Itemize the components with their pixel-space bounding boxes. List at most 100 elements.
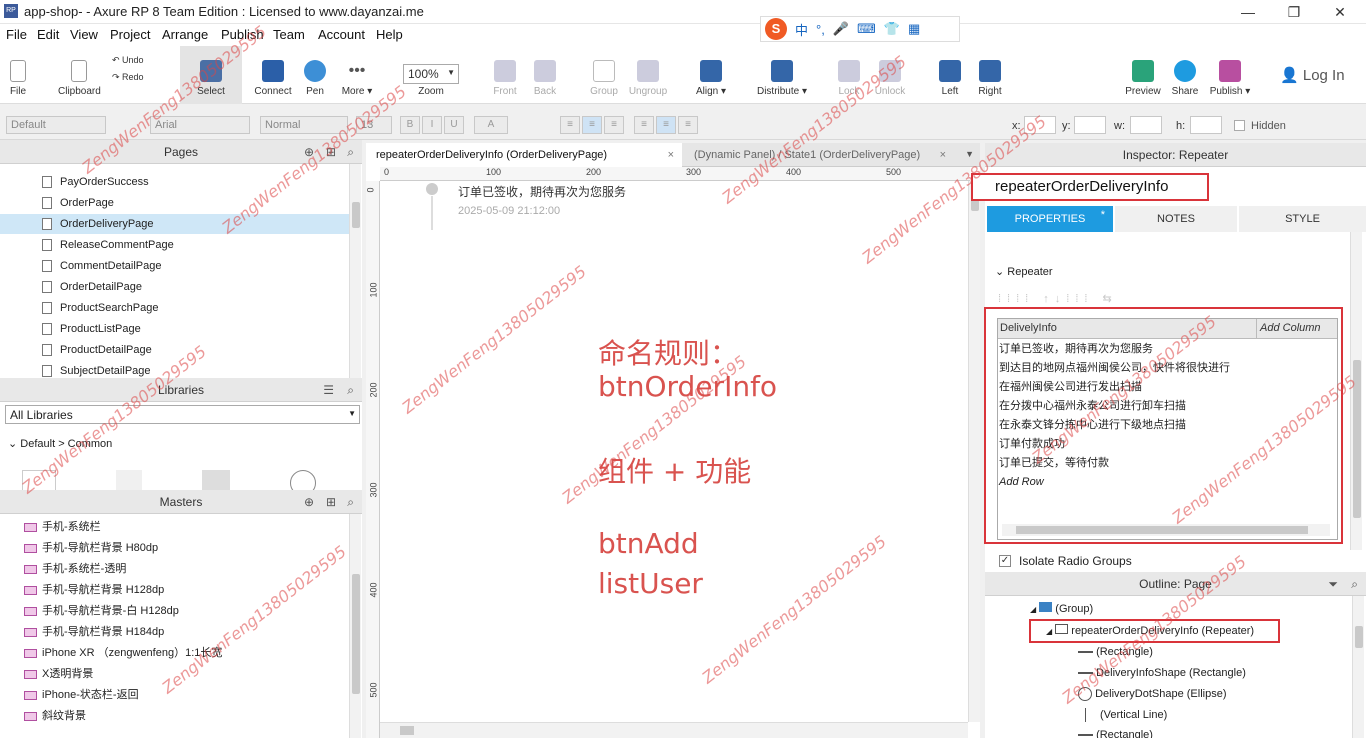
back-button[interactable]: Back bbox=[530, 46, 560, 104]
menu-icon[interactable]: ☰ bbox=[323, 378, 334, 402]
tab-dynamic-panel[interactable]: (Dynamic Panel) / State1 (OrderDeliveryP… bbox=[684, 143, 954, 167]
align-left-icon[interactable]: ≡ bbox=[560, 116, 580, 134]
widget-placeholder[interactable] bbox=[116, 470, 142, 490]
page-item-selected[interactable]: OrderDeliveryPage bbox=[0, 214, 350, 234]
align-right-icon[interactable]: ≡ bbox=[604, 116, 624, 134]
search-icon[interactable]: ⌕ bbox=[347, 140, 354, 164]
login-button[interactable]: 👤 Log In bbox=[1280, 66, 1345, 84]
unlock-button[interactable]: Unlock bbox=[872, 46, 908, 104]
repeater-section[interactable]: ⌄ Repeater bbox=[995, 265, 1053, 278]
undo-button[interactable]: ↶ Undo bbox=[112, 55, 144, 66]
master-item[interactable]: X透明背景 bbox=[22, 664, 93, 684]
align-button[interactable]: Align ▾ bbox=[694, 46, 728, 104]
y-input[interactable] bbox=[1074, 116, 1106, 134]
menu-help[interactable]: Help bbox=[376, 27, 403, 42]
minimize-button[interactable]: — bbox=[1228, 2, 1268, 22]
delivery-time-text[interactable]: 2025-05-09 21:12:00 bbox=[458, 205, 560, 217]
master-item[interactable]: iPhone XR （zengwenfeng）1:1长宽 bbox=[22, 643, 222, 663]
menu-view[interactable]: View bbox=[70, 27, 98, 42]
front-button[interactable]: Front bbox=[490, 46, 520, 104]
distribute-button[interactable]: Distribute ▾ bbox=[756, 46, 808, 104]
add-folder-icon[interactable]: ⊞ bbox=[326, 140, 336, 164]
outline-item[interactable]: DeliveryDotShape (Ellipse) bbox=[1078, 684, 1227, 705]
select-button[interactable]: Select bbox=[180, 46, 242, 104]
ime-punct[interactable]: °, bbox=[816, 22, 825, 37]
lock-button[interactable]: Lock bbox=[834, 46, 864, 104]
connect-button[interactable]: Connect bbox=[254, 46, 292, 104]
library-select[interactable]: All Libraries ▼ bbox=[5, 405, 360, 424]
menu-edit[interactable]: Edit bbox=[37, 27, 59, 42]
share-button[interactable]: Share bbox=[1170, 46, 1200, 104]
valign-top-icon[interactable]: ≡ bbox=[634, 116, 654, 134]
pages-scrollbar[interactable] bbox=[349, 164, 361, 378]
text-color-button[interactable]: A bbox=[474, 116, 508, 134]
hidden-checkbox[interactable] bbox=[1234, 120, 1245, 131]
outline-item[interactable]: DeliveryInfoShape (Rectangle) bbox=[1078, 663, 1246, 684]
outline-item[interactable]: (Rectangle) bbox=[1078, 726, 1153, 738]
master-item[interactable]: iPhone-状态栏-返回 bbox=[22, 685, 139, 705]
restore-button[interactable]: ❐ bbox=[1274, 2, 1314, 22]
left-button[interactable]: Left bbox=[936, 46, 964, 104]
delivery-line[interactable] bbox=[431, 196, 433, 230]
widget-image[interactable] bbox=[202, 470, 230, 490]
page-item[interactable]: CommentDetailPage bbox=[40, 256, 350, 276]
preview-button[interactable]: Preview bbox=[1124, 46, 1162, 104]
close-button[interactable]: ✕ bbox=[1320, 2, 1360, 22]
valign-bottom-icon[interactable]: ≡ bbox=[678, 116, 698, 134]
h-input[interactable] bbox=[1190, 116, 1222, 134]
ungroup-button[interactable]: Ungroup bbox=[628, 46, 668, 104]
delivery-info-text[interactable]: 订单已签收，期待再次为您服务 bbox=[458, 183, 626, 200]
page-item[interactable]: OrderDetailPage bbox=[40, 277, 350, 297]
menu-publish[interactable]: Publish bbox=[221, 27, 264, 42]
page-item[interactable]: SubjectDetailPage bbox=[40, 361, 350, 377]
master-item[interactable]: 手机-导航栏背景 H80dp bbox=[22, 538, 158, 558]
page-item[interactable]: ReleaseCommentPage bbox=[40, 235, 350, 255]
masters-scrollbar[interactable] bbox=[349, 514, 361, 738]
outline-item[interactable]: (Vertical Line) bbox=[1078, 705, 1167, 726]
page-item[interactable]: ProductDetailPage bbox=[40, 340, 350, 360]
font-size-select[interactable]: 13 bbox=[356, 116, 392, 134]
delivery-dot[interactable] bbox=[426, 183, 438, 195]
close-icon[interactable]: × bbox=[668, 143, 674, 167]
keyboard-icon[interactable]: ⌨ bbox=[857, 21, 876, 37]
ime-toolbar[interactable]: S 中 °, 🎤 ⌨ 👕 ▦ bbox=[760, 16, 960, 42]
search-icon[interactable]: ⌕ bbox=[1351, 572, 1358, 596]
italic-button[interactable]: I bbox=[422, 116, 442, 134]
widget-box[interactable] bbox=[22, 470, 56, 490]
redo-button[interactable]: ↷ Redo bbox=[112, 72, 144, 83]
master-item[interactable]: 手机-导航栏背景-白 H128dp bbox=[22, 601, 179, 621]
library-group[interactable]: ⌄ Default > Common bbox=[8, 437, 112, 450]
menu-team[interactable]: Team bbox=[273, 27, 305, 42]
master-item[interactable]: 手机-系统栏 bbox=[22, 517, 101, 537]
tab-repeater[interactable]: repeaterOrderDeliveryInfo (OrderDelivery… bbox=[366, 143, 682, 167]
group-button[interactable]: Group bbox=[588, 46, 620, 104]
more-button[interactable]: ••• More ▾ bbox=[340, 46, 374, 104]
add-folder-icon[interactable]: ⊞ bbox=[326, 490, 336, 514]
microphone-icon[interactable]: 🎤 bbox=[833, 21, 849, 37]
repeater-toolbar[interactable]: ⁞⁞⁞⁞ ↑↓⁞⁞⁞ ⇆ bbox=[998, 292, 1118, 305]
menu-project[interactable]: Project bbox=[110, 27, 150, 42]
tab-properties[interactable]: PROPERTIES * bbox=[987, 206, 1113, 232]
page-item[interactable]: OrderPage bbox=[40, 193, 350, 213]
skin-icon[interactable]: 👕 bbox=[884, 21, 900, 37]
master-item[interactable]: 手机-系统栏-透明 bbox=[22, 559, 126, 579]
clipboard-button[interactable]: Clipboard bbox=[58, 46, 101, 104]
add-master-icon[interactable]: ⊕ bbox=[304, 490, 314, 514]
page-item[interactable]: ProductSearchPage bbox=[40, 298, 350, 318]
publish-button[interactable]: Publish ▾ bbox=[1208, 46, 1252, 104]
style-select[interactable]: Default bbox=[6, 116, 106, 134]
apps-icon[interactable]: ▦ bbox=[908, 21, 920, 37]
tab-style[interactable]: STYLE bbox=[1239, 206, 1366, 232]
weight-select[interactable]: Normal bbox=[260, 116, 348, 134]
outline-item[interactable]: (Rectangle) bbox=[1078, 642, 1153, 663]
canvas-vscrollbar[interactable] bbox=[968, 181, 980, 722]
search-icon[interactable]: ⌕ bbox=[347, 378, 354, 402]
menu-account[interactable]: Account bbox=[318, 27, 365, 42]
menu-file[interactable]: File bbox=[6, 27, 27, 42]
underline-button[interactable]: U bbox=[444, 116, 464, 134]
page-item[interactable]: ProductListPage bbox=[40, 319, 350, 339]
ime-mode[interactable]: 中 bbox=[795, 20, 808, 39]
font-select[interactable]: Arial bbox=[150, 116, 250, 134]
page-item[interactable]: PayOrderSuccess bbox=[40, 172, 350, 192]
add-page-icon[interactable]: ⊕ bbox=[304, 140, 314, 164]
